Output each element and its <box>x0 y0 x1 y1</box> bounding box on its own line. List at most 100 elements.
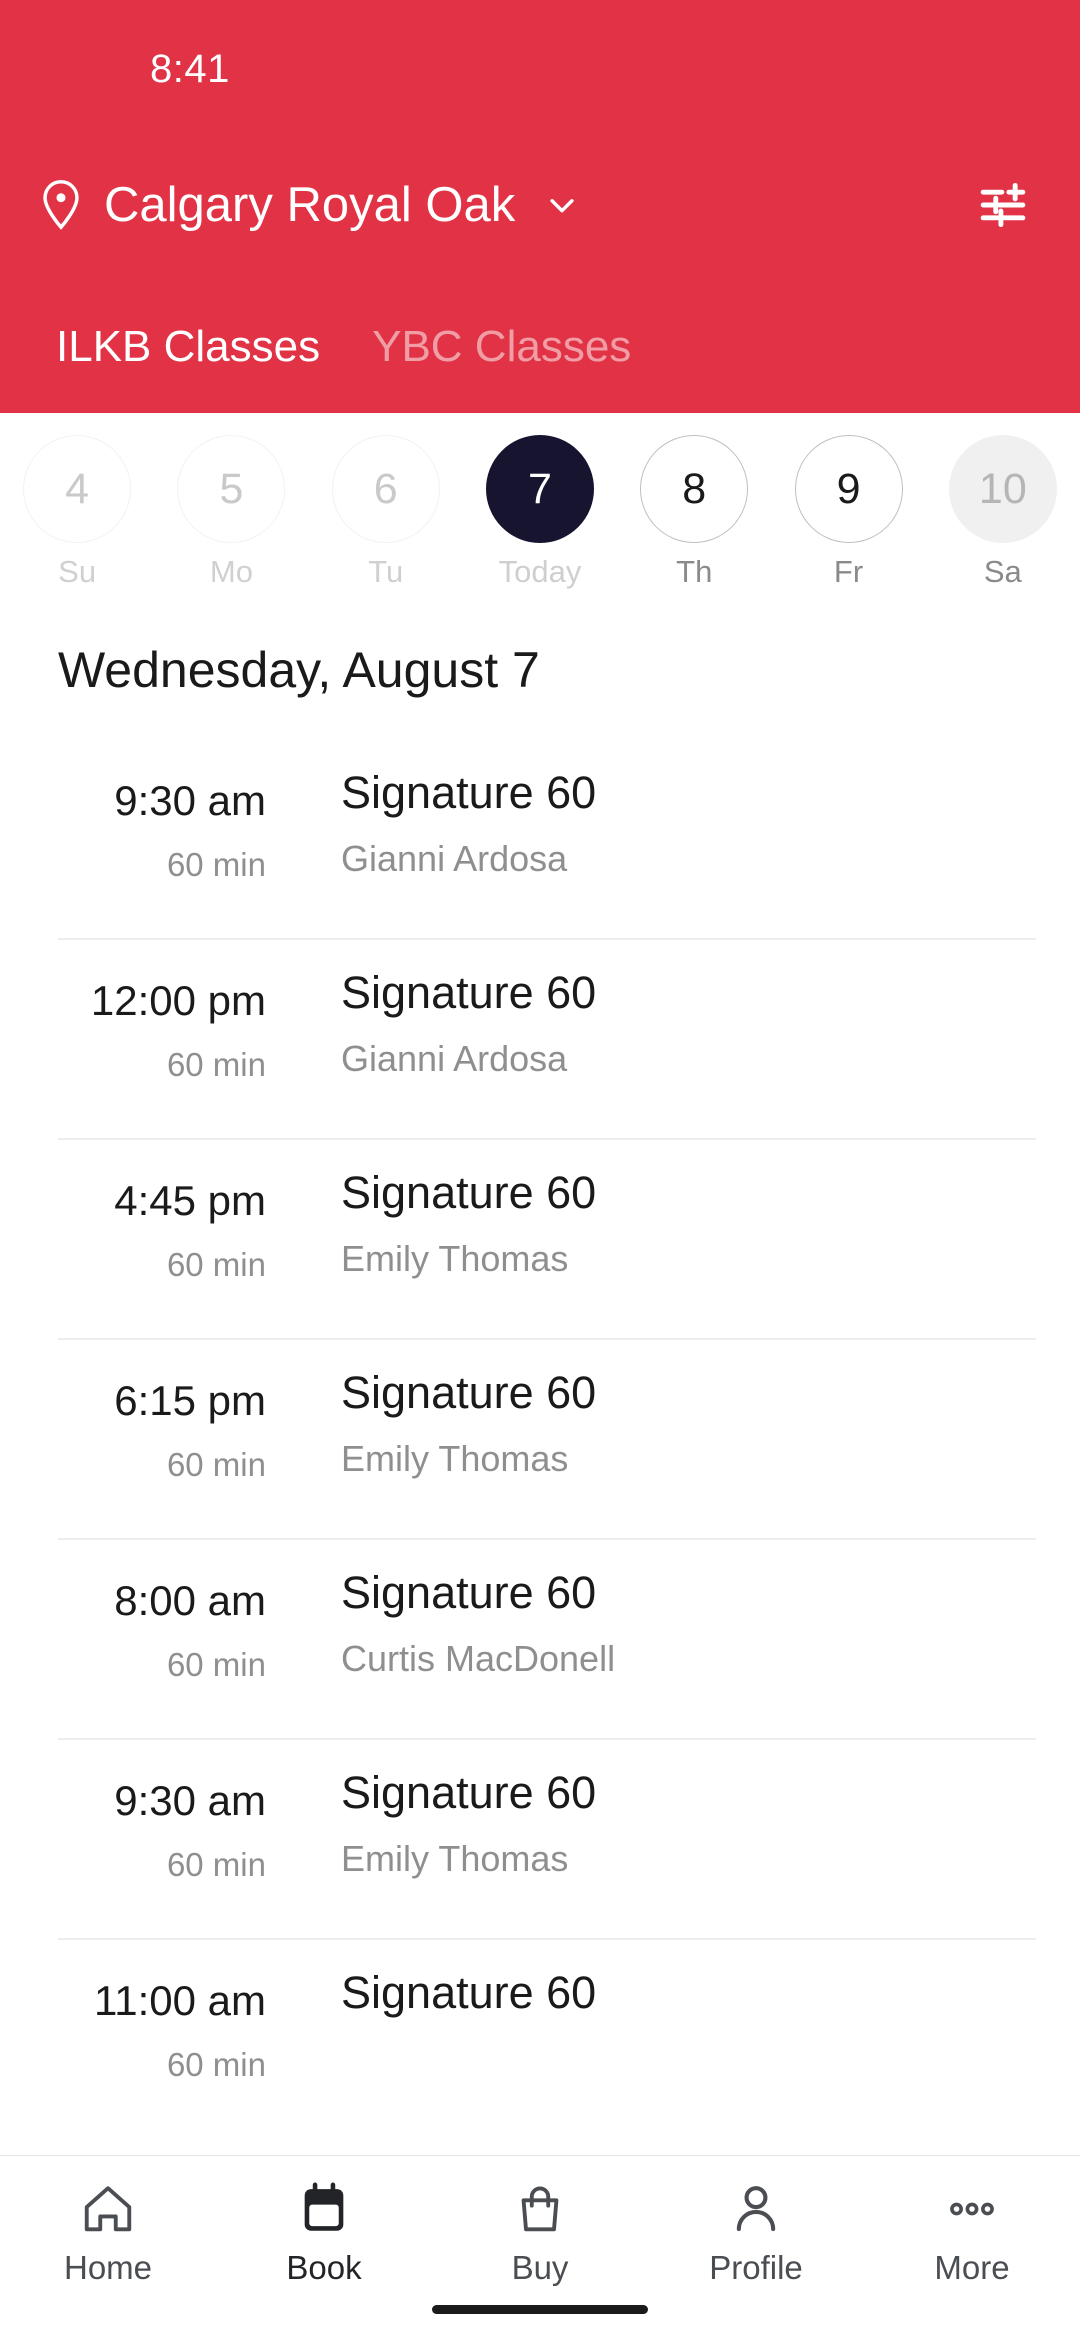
day-weekday-label: Today <box>498 554 582 589</box>
class-start-time: 9:30 am <box>114 1777 266 1824</box>
class-title: Signature 60 <box>341 767 597 818</box>
class-row[interactable]: 9:30 am 60 min Signature 60 Gianni Ardos… <box>0 738 1080 938</box>
class-duration: 60 min <box>166 1246 266 1283</box>
day-weekday-label: Tu <box>368 554 404 589</box>
day-number: 4 <box>23 435 132 543</box>
nav-label: More <box>934 2249 1010 2286</box>
class-start-time: 8:00 am <box>114 1577 266 1624</box>
class-row[interactable]: 4:45 pm 60 min Signature 60 Emily Thomas <box>0 1138 1080 1338</box>
nav-item-home[interactable]: Home <box>0 2178 216 2284</box>
location-pin-icon <box>40 179 82 231</box>
class-detail-column: Signature 60 Gianni Ardosa <box>278 738 1080 877</box>
date-strip-day-9[interactable]: 9 Fr <box>771 435 925 587</box>
class-schedule-list[interactable]: 9:30 am 60 min Signature 60 Gianni Ardos… <box>0 738 1080 2155</box>
class-title: Signature 60 <box>341 1567 597 1618</box>
nav-label: Profile <box>709 2249 803 2286</box>
ellipsis-icon <box>941 2178 1003 2240</box>
class-time-column: 8:00 am 60 min <box>0 1538 278 1683</box>
class-title: Signature 60 <box>341 1967 597 2018</box>
class-detail-column: Signature 60 Emily Thomas <box>278 1338 1080 1477</box>
class-row[interactable]: 11:00 am 60 min Signature 60 <box>0 1938 1080 2138</box>
nav-label: Buy <box>511 2249 569 2286</box>
day-weekday-label: Su <box>58 554 97 589</box>
class-time-column: 6:15 pm 60 min <box>0 1338 278 1483</box>
class-duration: 60 min <box>166 1446 266 1483</box>
app-root: 8:41 Calgary Royal Oak ILKB Classes YBC … <box>0 0 1080 2340</box>
location-row: Calgary Royal Oak <box>0 160 1080 250</box>
nav-item-buy[interactable]: Buy <box>432 2178 648 2284</box>
class-detail-column: Signature 60 Emily Thomas <box>278 1138 1080 1277</box>
day-number: 6 <box>331 435 440 543</box>
class-instructor: Gianni Ardosa <box>341 838 568 879</box>
class-row[interactable]: 6:15 pm 60 min Signature 60 Emily Thomas <box>0 1338 1080 1538</box>
day-number: 9 <box>794 435 903 543</box>
class-duration: 60 min <box>166 2046 266 2083</box>
class-detail-column: Signature 60 <box>278 1938 1080 2041</box>
class-time-column: 4:45 pm 60 min <box>0 1138 278 1283</box>
day-number: 7 <box>485 435 594 543</box>
class-title: Signature 60 <box>341 1167 597 1218</box>
day-number: 8 <box>640 435 749 543</box>
class-detail-column: Signature 60 Gianni Ardosa <box>278 938 1080 1077</box>
tab-ilkb-classes[interactable]: ILKB Classes <box>30 321 346 374</box>
class-row[interactable]: 12:00 pm 60 min Signature 60 Gianni Ardo… <box>0 938 1080 1138</box>
nav-label: Home <box>63 2249 153 2286</box>
class-title: Signature 60 <box>341 1767 597 1818</box>
class-time-column: 11:00 am 60 min <box>0 1938 278 2083</box>
date-strip-day-7-selected[interactable]: 7 Today <box>463 435 617 587</box>
class-title: Signature 60 <box>341 967 597 1018</box>
date-strip-day-6[interactable]: 6 Tu <box>309 435 463 587</box>
nav-item-book[interactable]: Book <box>216 2178 432 2284</box>
day-number: 10 <box>948 435 1057 543</box>
class-type-tabs: ILKB Classes YBC Classes <box>0 303 1080 413</box>
status-bar-clock: 8:41 <box>150 47 230 91</box>
location-selector[interactable]: Calgary Royal Oak <box>40 177 579 233</box>
class-time-column: 12:00 pm 60 min <box>0 938 278 1083</box>
day-weekday-label: Th <box>676 554 713 589</box>
day-weekday-label: Sa <box>983 554 1022 589</box>
nav-label: Book <box>286 2249 362 2286</box>
class-start-time: 9:30 am <box>114 777 266 824</box>
class-detail-column: Signature 60 Emily Thomas <box>278 1738 1080 1877</box>
tab-ybc-classes[interactable]: YBC Classes <box>346 321 657 374</box>
class-detail-column: Signature 60 Curtis MacDonell <box>278 1538 1080 1677</box>
class-instructor: Emily Thomas <box>341 1838 569 1879</box>
class-duration: 60 min <box>166 1046 266 1083</box>
nav-item-more[interactable]: More <box>864 2178 1080 2284</box>
date-strip-day-4[interactable]: 4 Su <box>0 435 154 587</box>
filter-button[interactable] <box>968 170 1038 240</box>
date-strip[interactable]: 4 Su 5 Mo 6 Tu 7 Today 8 Th 9 Fr 10 Sa <box>0 413 1080 613</box>
chevron-down-icon <box>545 188 579 222</box>
class-row[interactable]: 8:00 am 60 min Signature 60 Curtis MacDo… <box>0 1538 1080 1738</box>
selected-date-heading: Wednesday, August 7 <box>58 642 540 698</box>
calendar-icon <box>293 2178 355 2240</box>
class-instructor: Emily Thomas <box>341 1438 569 1479</box>
class-start-time: 4:45 pm <box>114 1177 266 1224</box>
class-start-time: 11:00 am <box>94 1977 266 2024</box>
class-instructor: Gianni Ardosa <box>341 1038 568 1079</box>
class-time-column: 9:30 am 60 min <box>0 1738 278 1883</box>
class-start-time: 12:00 pm <box>90 977 266 1024</box>
day-weekday-label: Fr <box>833 554 864 589</box>
class-duration: 60 min <box>166 1846 266 1883</box>
person-icon <box>725 2178 787 2240</box>
class-duration: 60 min <box>166 846 266 883</box>
filter-sliders-icon <box>975 177 1031 233</box>
app-header: 8:41 Calgary Royal Oak ILKB Classes YBC … <box>0 0 1080 413</box>
date-strip-day-8[interactable]: 8 Th <box>617 435 771 587</box>
date-strip-day-5[interactable]: 5 Mo <box>154 435 308 587</box>
nav-item-profile[interactable]: Profile <box>648 2178 864 2284</box>
location-name: Calgary Royal Oak <box>104 178 516 232</box>
class-duration: 60 min <box>166 1646 266 1683</box>
status-bar: 8:41 <box>0 45 1080 93</box>
class-row[interactable]: 9:30 am 60 min Signature 60 Emily Thomas <box>0 1738 1080 1938</box>
day-weekday-label: Mo <box>209 554 253 589</box>
home-indicator <box>432 2305 648 2314</box>
class-title: Signature 60 <box>341 1367 597 1418</box>
shopping-bag-icon <box>509 2178 571 2240</box>
day-number: 5 <box>177 435 286 543</box>
class-instructor: Curtis MacDonell <box>341 1638 616 1679</box>
class-instructor: Emily Thomas <box>341 1238 569 1279</box>
date-strip-day-10[interactable]: 10 Sa <box>926 435 1080 587</box>
home-icon <box>77 2178 139 2240</box>
